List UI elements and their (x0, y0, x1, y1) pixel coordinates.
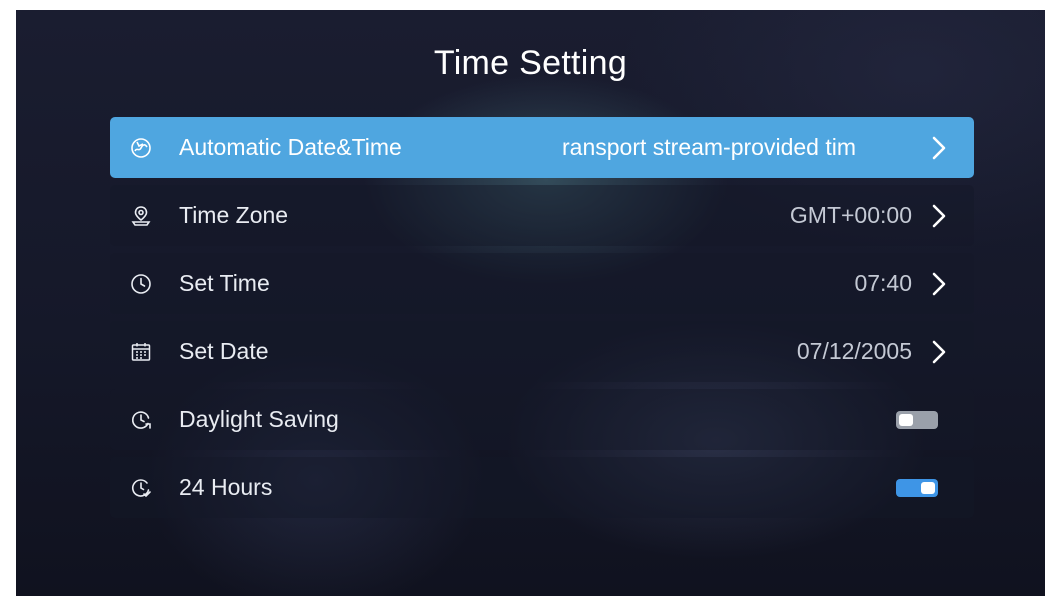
set-date-value: 07/12/2005 (796, 338, 912, 364)
chevron-right-icon (930, 202, 948, 230)
daylight-saving-label: Daylight Saving (179, 406, 339, 432)
clock-check-icon (128, 475, 154, 501)
location-pin-icon (128, 203, 154, 229)
automatic-date-time-row[interactable]: Automatic Date&Time ransport stream-prov… (110, 117, 974, 178)
24-hours-toggle[interactable] (896, 478, 938, 497)
chevron-right-icon (930, 338, 948, 366)
daylight-saving-toggle[interactable] (896, 410, 938, 429)
chevron-right-icon (930, 134, 948, 162)
automatic-date-time-value: ransport stream-provided tim (562, 134, 856, 160)
automatic-date-time-label: Automatic Date&Time (179, 134, 402, 160)
clock-icon (128, 271, 154, 297)
24-hours-label: 24 Hours (179, 474, 273, 500)
time-zone-row[interactable]: Time Zone GMT+00:00 (110, 185, 974, 246)
set-time-label: Set Time (179, 270, 270, 296)
daylight-clock-icon (128, 407, 154, 433)
page-title: Time Setting (433, 44, 628, 82)
calendar-icon (128, 339, 154, 365)
24-hours-row[interactable]: 24 Hours (110, 457, 974, 518)
auto-time-globe-icon (128, 135, 154, 161)
settings-list: Automatic Date&Time ransport stream-prov… (110, 117, 974, 525)
set-time-value: 07:40 (854, 270, 912, 296)
set-date-label: Set Date (179, 338, 269, 364)
daylight-saving-row[interactable]: Daylight Saving (110, 389, 974, 450)
set-time-row[interactable]: Set Time 07:40 (110, 253, 974, 314)
chevron-right-icon (930, 270, 948, 298)
time-zone-label: Time Zone (179, 202, 289, 228)
toggle-knob (899, 413, 913, 426)
tv-settings-screen: Time Setting Automatic Date&Time ranspor… (16, 10, 1045, 596)
time-zone-value: GMT+00:00 (789, 202, 912, 228)
toggle-knob (921, 481, 935, 494)
set-date-row[interactable]: Set Date 07/12/2005 (110, 321, 974, 382)
